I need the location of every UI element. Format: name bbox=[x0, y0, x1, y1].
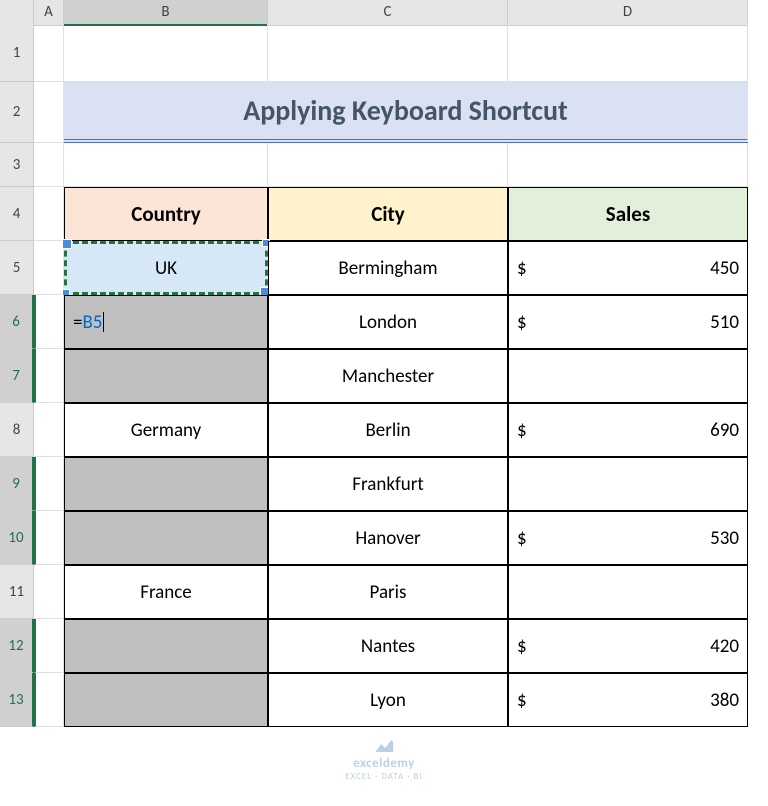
cell-d1[interactable] bbox=[508, 24, 748, 82]
cell-d3[interactable] bbox=[508, 143, 748, 187]
cell-c1[interactable] bbox=[268, 24, 508, 82]
currency-symbol: $ bbox=[517, 311, 527, 334]
cell-d13[interactable]: $ 380 bbox=[508, 673, 748, 727]
row-header-10[interactable]: 10 bbox=[0, 511, 34, 565]
sales-value: 380 bbox=[710, 689, 739, 712]
cell-c3[interactable] bbox=[268, 143, 508, 187]
cell-c8[interactable]: Berlin bbox=[268, 403, 508, 457]
cell-d6[interactable]: $ 510 bbox=[508, 295, 748, 349]
cell-d9[interactable] bbox=[508, 457, 748, 511]
cell-c5[interactable]: Bermingham bbox=[268, 241, 508, 295]
col-header-c[interactable]: C bbox=[268, 0, 508, 26]
cell-a8[interactable] bbox=[34, 403, 64, 457]
cell-d10[interactable]: $ 530 bbox=[508, 511, 748, 565]
b5-value: UK bbox=[155, 257, 177, 280]
cell-b7[interactable] bbox=[64, 349, 268, 403]
cell-d5[interactable]: $ 450 bbox=[508, 241, 748, 295]
sales-value: 690 bbox=[710, 419, 739, 442]
currency-symbol: $ bbox=[517, 419, 527, 442]
cell-b6-editing[interactable]: =B5 bbox=[64, 295, 268, 349]
row-header-1[interactable]: 1 bbox=[0, 24, 34, 82]
col-header-a[interactable]: A bbox=[34, 0, 64, 26]
cell-d7[interactable] bbox=[508, 349, 748, 403]
row-header-7[interactable]: 7 bbox=[0, 349, 34, 403]
row-header-9[interactable]: 9 bbox=[0, 457, 34, 511]
title-cell[interactable]: Applying Keyboard Shortcut bbox=[64, 82, 748, 143]
header-sales[interactable]: Sales bbox=[508, 187, 748, 241]
header-city[interactable]: City bbox=[268, 187, 508, 241]
cell-c11[interactable]: Paris bbox=[268, 565, 508, 619]
cell-b11[interactable]: France bbox=[64, 565, 268, 619]
select-all-corner[interactable] bbox=[0, 0, 34, 26]
cell-c13[interactable]: Lyon bbox=[268, 673, 508, 727]
formula-prefix: = bbox=[73, 311, 82, 334]
cell-c12[interactable]: Nantes bbox=[268, 619, 508, 673]
currency-symbol: $ bbox=[517, 689, 527, 712]
text-cursor-icon bbox=[103, 312, 104, 332]
cell-a13[interactable] bbox=[34, 673, 64, 727]
sales-value: 530 bbox=[710, 527, 739, 550]
cell-c7[interactable]: Manchester bbox=[268, 349, 508, 403]
header-country[interactable]: Country bbox=[64, 187, 268, 241]
spreadsheet-grid: 1 2 Applying Keyboard Shortcut 3 4 Count… bbox=[0, 24, 768, 727]
row-header-2[interactable]: 2 bbox=[0, 82, 34, 143]
sales-value: 450 bbox=[710, 257, 739, 280]
row-header-12[interactable]: 12 bbox=[0, 619, 34, 673]
cell-a5[interactable] bbox=[34, 241, 64, 295]
cell-a6[interactable] bbox=[34, 295, 64, 349]
cell-a4[interactable] bbox=[34, 187, 64, 241]
cell-a2[interactable] bbox=[34, 82, 64, 143]
row-header-13[interactable]: 13 bbox=[0, 673, 34, 727]
cell-b1[interactable] bbox=[64, 24, 268, 82]
row-header-11[interactable]: 11 bbox=[0, 565, 34, 619]
currency-symbol: $ bbox=[517, 635, 527, 658]
cell-a1[interactable] bbox=[34, 24, 64, 82]
row-header-8[interactable]: 8 bbox=[0, 403, 34, 457]
col-header-b[interactable]: B bbox=[64, 0, 268, 26]
row-header-6[interactable]: 6 bbox=[0, 295, 34, 349]
cell-c10[interactable]: Hanover bbox=[268, 511, 508, 565]
formula-reference: B5 bbox=[82, 311, 102, 334]
col-header-d[interactable]: D bbox=[508, 0, 748, 26]
cell-c9[interactable]: Frankfurt bbox=[268, 457, 508, 511]
cell-b12[interactable] bbox=[64, 619, 268, 673]
cell-b9[interactable] bbox=[64, 457, 268, 511]
cell-c6[interactable]: London bbox=[268, 295, 508, 349]
watermark: exceldemy EXCEL · DATA · BI bbox=[345, 738, 422, 782]
sales-value: 510 bbox=[710, 311, 739, 334]
row-header-5[interactable]: 5 bbox=[0, 241, 34, 295]
column-headers: A B C D bbox=[0, 0, 768, 24]
sales-value: 420 bbox=[710, 635, 739, 658]
cell-b3[interactable] bbox=[64, 143, 268, 187]
currency-symbol: $ bbox=[517, 527, 527, 550]
watermark-tagline: EXCEL · DATA · BI bbox=[345, 771, 422, 782]
cell-b13[interactable] bbox=[64, 673, 268, 727]
cell-d11[interactable] bbox=[508, 565, 748, 619]
cell-a3[interactable] bbox=[34, 143, 64, 187]
cell-d8[interactable]: $ 690 bbox=[508, 403, 748, 457]
watermark-brand: exceldemy bbox=[345, 756, 422, 771]
row-header-4[interactable]: 4 bbox=[0, 187, 34, 241]
currency-symbol: $ bbox=[517, 257, 527, 280]
cell-a10[interactable] bbox=[34, 511, 64, 565]
cell-b8[interactable]: Germany bbox=[64, 403, 268, 457]
cell-a9[interactable] bbox=[34, 457, 64, 511]
cell-b5-copied[interactable]: UK bbox=[64, 241, 268, 295]
cell-a11[interactable] bbox=[34, 565, 64, 619]
cell-d12[interactable]: $ 420 bbox=[508, 619, 748, 673]
cell-a12[interactable] bbox=[34, 619, 64, 673]
row-header-3[interactable]: 3 bbox=[0, 143, 34, 187]
cell-b10[interactable] bbox=[64, 511, 268, 565]
watermark-logo-icon bbox=[373, 738, 395, 754]
cell-a7[interactable] bbox=[34, 349, 64, 403]
